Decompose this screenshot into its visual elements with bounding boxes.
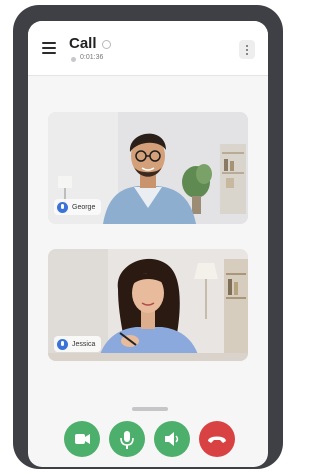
timer-dot-icon	[71, 57, 76, 62]
drag-handle[interactable]	[132, 407, 168, 411]
mute-button[interactable]	[109, 421, 145, 457]
end-call-icon	[208, 436, 226, 443]
status-circle-icon	[102, 40, 111, 49]
participant-name-tag: George	[54, 199, 102, 215]
video-tile-jessica[interactable]: Jessica	[48, 249, 248, 361]
call-timer: 0:01:36	[80, 54, 104, 61]
hamburger-menu-icon[interactable]	[42, 42, 56, 54]
call-screen: Call 0:01:36 George Jessica	[28, 21, 268, 467]
speaker-button[interactable]	[154, 421, 190, 457]
video-camera-icon	[75, 434, 90, 444]
microphone-icon	[57, 201, 68, 213]
microphone-icon	[57, 338, 68, 350]
call-header: Call 0:01:36	[28, 21, 268, 76]
video-tile-george[interactable]: George	[48, 112, 248, 224]
page-title: Call	[69, 35, 97, 52]
participant-name-tag: Jessica	[54, 336, 102, 352]
speaker-icon	[165, 432, 179, 446]
microphone-icon	[120, 431, 134, 449]
call-controls	[64, 421, 236, 457]
participant-name: Jessica	[72, 340, 96, 348]
more-options-button[interactable]	[239, 40, 255, 59]
participant-name: George	[72, 203, 96, 211]
end-call-button[interactable]	[199, 421, 235, 457]
phone-frame: Call 0:01:36 George Jessica	[13, 5, 283, 469]
video-toggle-button[interactable]	[64, 421, 100, 457]
